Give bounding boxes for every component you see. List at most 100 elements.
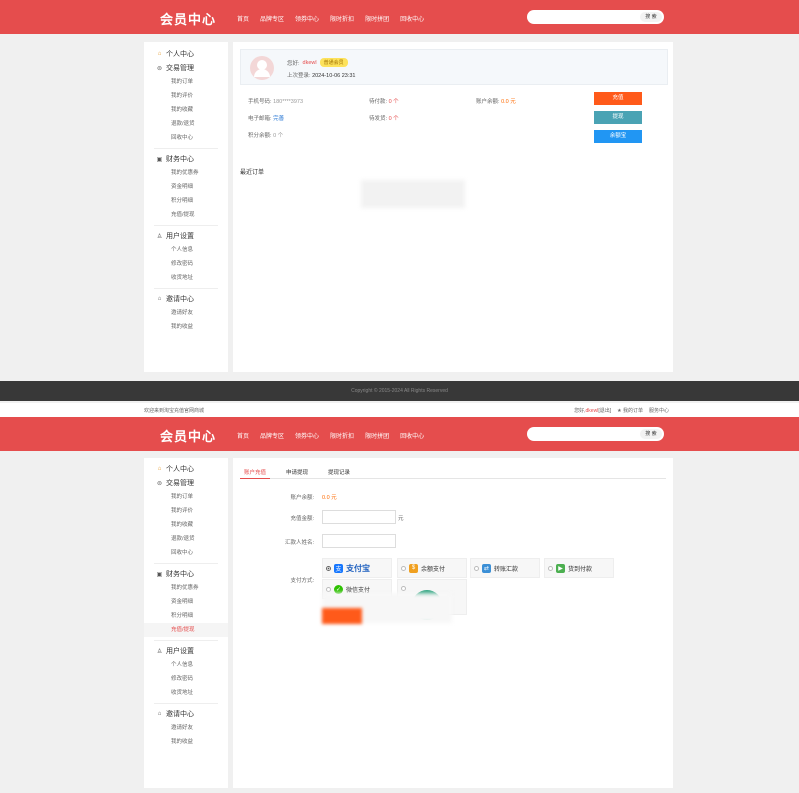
remitter-label: 汇款人姓名:: [284, 540, 314, 546]
user-summary: 您好: dkewl 普通会员 上次登录: 2024-10-06 23:31: [240, 49, 668, 85]
tab-withdraw-apply[interactable]: 申请提现: [282, 463, 312, 479]
balance-value: 0.0 元: [322, 495, 337, 501]
sidebar-group-finance: ▣ 财务中心: [156, 156, 194, 163]
sidebar-item-orders[interactable]: 我的订单: [144, 75, 228, 89]
logout-link[interactable]: [退出]: [598, 408, 611, 414]
nav-group-buy[interactable]: 限时拼团: [365, 14, 389, 23]
sidebar-item-personal-center[interactable]: ⌂ 个人中心: [144, 462, 228, 476]
nav-home[interactable]: 首页: [237, 14, 249, 23]
pay-balance[interactable]: $ 余额支付: [397, 558, 467, 578]
sidebar-group-trade: ⊜ 交易管理: [156, 480, 194, 487]
recharge-button[interactable]: 充值: [594, 92, 642, 105]
sidebar-item-points[interactable]: 积分明细: [144, 609, 228, 623]
topbar-username[interactable]: dkewl: [586, 408, 599, 414]
pay-cod[interactable]: ▶ 货到付款: [544, 558, 614, 578]
sidebar-item-personal-center[interactable]: ⌂ 个人中心: [144, 47, 228, 61]
phone-row: 手机号码: 180****3973: [248, 99, 304, 105]
sidebar-item-coupons[interactable]: 我的优惠券: [144, 166, 228, 180]
alipay-icon: 支: [334, 563, 343, 573]
last-login: 上次登录: 2024-10-06 23:31: [287, 73, 356, 79]
site-logo[interactable]: 会员中心: [160, 9, 216, 28]
withdraw-button[interactable]: 提现: [594, 111, 642, 124]
sidebar-item-recycle[interactable]: 回收中心: [144, 131, 228, 145]
nav-recycle[interactable]: 回收中心: [400, 431, 424, 440]
balance-value: 0.0 元: [501, 99, 516, 105]
sidebar-item-favorites[interactable]: 我的收藏: [144, 103, 228, 117]
recent-orders-title: 最近订单: [240, 170, 265, 176]
radio-alipay[interactable]: [326, 565, 331, 571]
sidebar-item-refunds[interactable]: 退款/退货: [144, 532, 228, 546]
amount-input[interactable]: [322, 510, 396, 524]
sidebar-item-orders[interactable]: 我的订单: [144, 490, 228, 504]
top-bar-links: 您好,dkewl[退出] ★ 我的订单 服务中心: [574, 407, 669, 414]
sidebar: ⌂ 个人中心 ⊜ 交易管理 我的订单 我的评价 我的收藏 退款/退货 回收中心 ▣ 财…: [144, 42, 228, 372]
sidebar-item-earnings[interactable]: 我的收益: [144, 320, 228, 334]
copyright: Copyright © 2015-2024 All Rights Reserve…: [351, 388, 448, 394]
sidebar-item-reviews[interactable]: 我的评价: [144, 504, 228, 518]
remitter-input[interactable]: [322, 534, 396, 548]
avatar[interactable]: [250, 56, 274, 80]
sidebar-item-profile[interactable]: 个人信息: [144, 243, 228, 257]
sidebar-item-address[interactable]: 收货地址: [144, 686, 228, 700]
transfer-icon: ⇄: [482, 563, 491, 573]
nav-brand[interactable]: 品牌专区: [260, 431, 284, 440]
points-value: 0 个: [273, 133, 284, 139]
sidebar-item-password[interactable]: 修改密码: [144, 672, 228, 686]
nav-brand[interactable]: 品牌专区: [260, 14, 284, 23]
sidebar-item-recharge[interactable]: 充值/提现: [144, 208, 228, 222]
nav-coupons[interactable]: 领券中心: [295, 431, 319, 440]
radio-wechat[interactable]: [326, 586, 331, 592]
search-button[interactable]: 搜 索: [640, 12, 662, 22]
sidebar-item-favorites[interactable]: 我的收藏: [144, 518, 228, 532]
email-complete-link[interactable]: 完善: [273, 116, 284, 122]
sidebar-item-address[interactable]: 收货地址: [144, 271, 228, 285]
search-input[interactable]: 搜 索: [527, 10, 664, 24]
radio-transfer[interactable]: [474, 565, 479, 571]
unshipped-row[interactable]: 待发货: 0 个: [369, 114, 399, 122]
nav-home[interactable]: 首页: [237, 431, 249, 440]
invite-icon: ⌂: [157, 711, 162, 717]
service-link[interactable]: 服务中心: [649, 407, 669, 414]
sidebar-item-recycle[interactable]: 回收中心: [144, 546, 228, 560]
sidebar-item-funds[interactable]: 资金明细: [144, 180, 228, 194]
sidebar-item-profile[interactable]: 个人信息: [144, 658, 228, 672]
nav-discount[interactable]: 限时折扣: [330, 14, 354, 23]
tab-recharge[interactable]: 账户充值: [240, 463, 271, 479]
sidebar-item-recharge[interactable]: 充值/提现: [144, 623, 228, 637]
sidebar-item-refunds[interactable]: 退款/退货: [144, 117, 228, 131]
welcome-text: 欢迎来到淘宝充值官网商城: [144, 408, 205, 414]
tab-withdraw-records[interactable]: 提现记录: [324, 463, 354, 479]
sidebar-item-funds[interactable]: 资金明细: [144, 595, 228, 609]
my-orders-link[interactable]: ★ 我的订单: [617, 407, 643, 414]
pay-alipay[interactable]: 支 支付宝: [322, 558, 392, 578]
sidebar-item-invite-friends[interactable]: 邀请好友: [144, 721, 228, 735]
radio-balance[interactable]: [401, 565, 406, 571]
sidebar-group-finance: ▣ 财务中心: [156, 571, 194, 578]
sidebar-item-earnings[interactable]: 我的收益: [144, 735, 228, 749]
sidebar-item-points[interactable]: 积分明细: [144, 194, 228, 208]
divider: [154, 563, 218, 564]
sidebar-item-password[interactable]: 修改密码: [144, 257, 228, 271]
home-icon: ⌂: [157, 51, 162, 57]
sidebar-group-invite: ⌂ 邀请中心: [157, 711, 194, 718]
search-input[interactable]: 搜 索: [527, 427, 664, 441]
user-icon: ♙: [156, 648, 163, 655]
radio-other[interactable]: [401, 586, 406, 591]
submit-button[interactable]: [322, 608, 362, 624]
sidebar-item-coupons[interactable]: 我的优惠券: [144, 581, 228, 595]
search-button[interactable]: 搜 索: [640, 429, 662, 439]
pay-transfer[interactable]: ⇄ 转账汇款: [470, 558, 540, 578]
recharge-tabs: 账户充值 申请提现 提现记录: [240, 463, 666, 479]
yuebao-button[interactable]: 余额宝: [594, 130, 642, 143]
site-logo[interactable]: 会员中心: [160, 426, 216, 445]
sidebar-item-invite-friends[interactable]: 邀请好友: [144, 306, 228, 320]
nav-coupons[interactable]: 领券中心: [295, 14, 319, 23]
nav-discount[interactable]: 限时折扣: [330, 431, 354, 440]
sidebar-item-reviews[interactable]: 我的评价: [144, 89, 228, 103]
sidebar-group-user: ♙ 用户设置: [156, 233, 194, 240]
radio-cod[interactable]: [548, 565, 553, 571]
balance-label: 账户余额:: [290, 495, 314, 501]
nav-recycle[interactable]: 回收中心: [400, 14, 424, 23]
unpaid-row[interactable]: 待付款: 0 个: [369, 97, 399, 105]
nav-group-buy[interactable]: 限时拼团: [365, 431, 389, 440]
